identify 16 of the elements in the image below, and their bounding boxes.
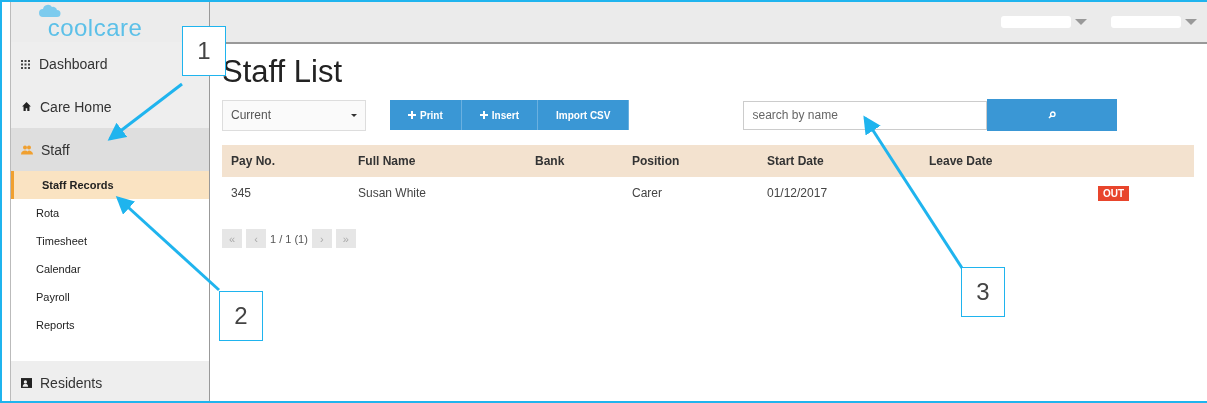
table-cell-text: 345 <box>231 186 253 200</box>
status-badge: OUT <box>1098 185 1130 201</box>
column-header: Start Date <box>767 154 825 168</box>
column-header: Full Name <box>358 154 417 168</box>
column-header: Position <box>632 154 681 168</box>
table-cell-text: 01/12/2017 <box>767 186 829 200</box>
callout-tooltip: 1 <box>182 26 226 76</box>
table-cell-text: Carer <box>632 186 663 200</box>
page-indicator: 1 / 1 (1) <box>270 232 308 245</box>
column-header: Bank <box>535 154 566 168</box>
callout-tooltip: 3 <box>961 267 1005 317</box>
coolcare-logo: coolcare <box>47 16 143 40</box>
column-header: Leave Date <box>929 154 994 168</box>
column-header: Pay No. <box>231 154 276 168</box>
callout-tooltip: 2 <box>219 291 263 341</box>
table-cell-text: Susan White <box>358 186 428 200</box>
